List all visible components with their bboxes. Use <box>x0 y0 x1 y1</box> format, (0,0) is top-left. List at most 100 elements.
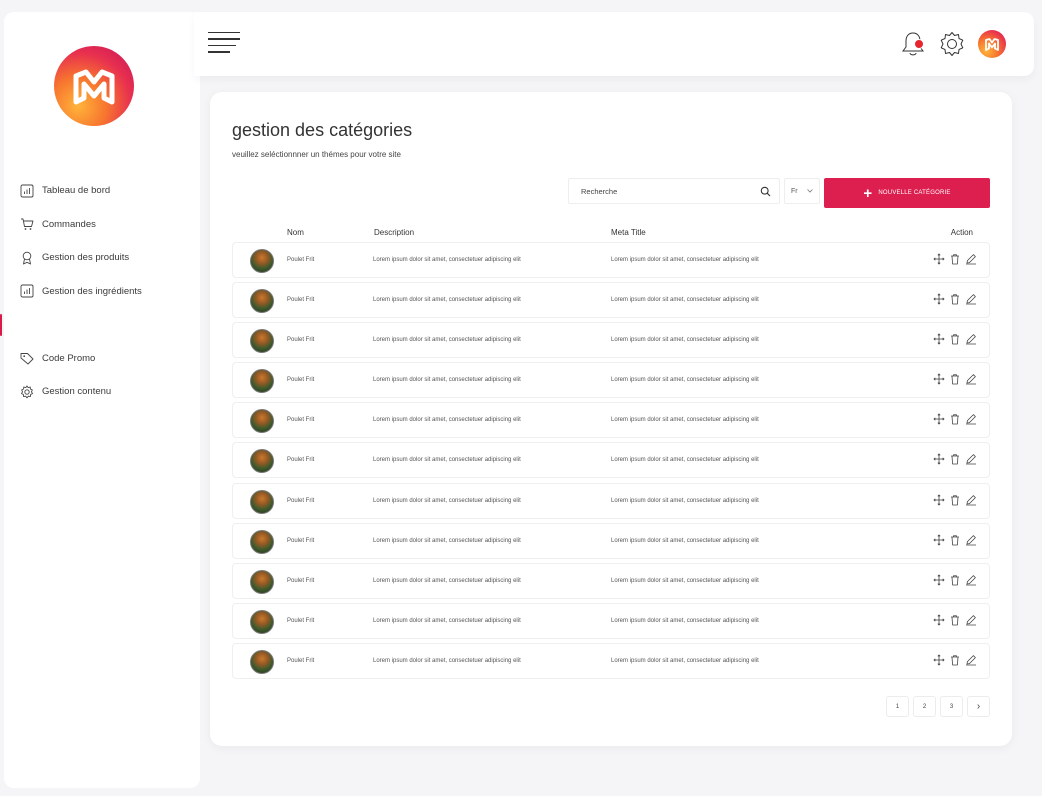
move-icon[interactable] <box>933 614 945 626</box>
sidebar-item-gestion-des-categories[interactable]: Gestion des catégories <box>0 308 200 342</box>
search-input[interactable] <box>581 186 760 196</box>
sidebar-item-label: Code Promo <box>42 352 96 364</box>
move-icon[interactable] <box>933 453 945 466</box>
move-icon[interactable] <box>933 534 945 546</box>
trash-icon[interactable] <box>949 453 961 465</box>
move-icon[interactable] <box>933 333 945 345</box>
edit-icon[interactable] <box>965 373 977 385</box>
trash-icon[interactable] <box>949 333 961 345</box>
page-button-3[interactable]: 3 <box>940 696 963 717</box>
menu-toggle-icon[interactable] <box>208 32 240 56</box>
settings-gear-icon[interactable] <box>938 30 966 58</box>
next-page-chevron-icon[interactable]: › <box>967 696 990 717</box>
row-actions <box>933 373 977 385</box>
sidebar-item-code-promo[interactable]: Code Promo <box>4 342 200 376</box>
cell-description: Lorem ipsum dolor sit amet, consectetuer… <box>373 297 521 304</box>
sidebar-item-gestion-contenu[interactable]: Gestion contenu <box>4 375 200 409</box>
table-row[interactable]: Poulet Frit Lorem ipsum dolor sit amet, c… <box>232 402 990 439</box>
row-actions <box>933 654 977 666</box>
user-avatar[interactable] <box>978 30 1006 58</box>
edit-icon[interactable] <box>965 494 977 506</box>
table-row[interactable]: Poulet Frit Lorem ipsum dolor sit amet, c… <box>232 642 990 679</box>
sidebar-item-label: Gestion des catégories <box>42 319 140 331</box>
row-actions <box>933 413 977 425</box>
pagination: 1 2 3 › <box>886 696 990 717</box>
sidebar-item-label: Gestion contenu <box>42 386 112 398</box>
move-icon[interactable] <box>933 574 945 586</box>
cell-meta-title: Lorem ipsum dolor sit amet, consectetuer… <box>611 257 759 263</box>
trash-icon[interactable] <box>949 494 961 506</box>
table-row[interactable]: Poulet Frit Lorem ipsum dolor sit amet, c… <box>232 282 990 319</box>
cell-nom: Poulet Frit <box>287 617 315 624</box>
edit-icon[interactable] <box>965 293 977 305</box>
sidebar-item-label: Tableau de bord <box>42 185 111 197</box>
category-thumbnail <box>250 329 274 354</box>
category-thumbnail <box>250 369 274 394</box>
trash-icon[interactable] <box>949 253 961 265</box>
table-row[interactable]: Poulet Frit Lorem ipsum dolor sit amet, c… <box>232 242 990 278</box>
trash-icon[interactable] <box>949 373 961 385</box>
move-icon[interactable] <box>933 493 945 506</box>
notification-dot <box>914 39 924 49</box>
cell-meta-title: Lorem ipsum dolor sit amet, consectetuer… <box>611 337 759 344</box>
sidebar-item-label: Gestion des produits <box>42 252 130 264</box>
chart-icon <box>20 184 34 198</box>
column-header-nom: Nom <box>287 228 304 237</box>
trash-icon[interactable] <box>949 413 961 425</box>
table-row[interactable]: Poulet Frit Lorem ipsum dolor sit amet, c… <box>232 562 990 599</box>
cell-nom: Poulet Frit <box>287 537 315 544</box>
table-row[interactable]: Poulet Frit Lorem ipsum dolor sit amet, c… <box>232 482 990 519</box>
table-row[interactable]: Poulet Frit Lorem ipsum dolor sit amet, c… <box>232 602 990 639</box>
trash-icon[interactable] <box>949 293 961 305</box>
notification-bell-icon[interactable] <box>900 30 926 58</box>
edit-icon[interactable] <box>965 574 977 586</box>
trash-icon[interactable] <box>949 574 961 586</box>
column-header-meta-title: Meta Title <box>611 228 646 237</box>
trash-icon[interactable] <box>949 614 961 626</box>
move-icon[interactable] <box>933 253 945 265</box>
cell-meta-title: Lorem ipsum dolor sit amet, consectetuer… <box>611 457 759 464</box>
brand-logo[interactable] <box>54 46 134 126</box>
page-button-2[interactable]: 2 <box>913 696 936 717</box>
edit-icon[interactable] <box>965 333 977 345</box>
page-button-1[interactable]: 1 <box>886 696 909 717</box>
edit-icon[interactable] <box>965 413 977 425</box>
search-icon[interactable] <box>760 186 771 197</box>
sidebar-item-gestion-des-produits[interactable]: Gestion des produits <box>4 241 200 275</box>
cell-nom: Poulet Frit <box>287 337 315 344</box>
table-row[interactable]: Poulet Frit Lorem ipsum dolor sit amet, c… <box>232 322 990 359</box>
cell-nom: Poulet Frit <box>287 577 315 584</box>
move-icon[interactable] <box>933 654 945 666</box>
table-row[interactable]: Poulet Frit Lorem ipsum dolor sit amet, c… <box>232 522 990 559</box>
trash-icon[interactable] <box>949 534 961 546</box>
sidebar-item-tableau-de-bord[interactable]: Tableau de bord <box>4 174 200 208</box>
edit-icon[interactable] <box>965 534 977 546</box>
sidebar-item-gestion-des-ingredients[interactable]: Gestion des ingrédients <box>4 275 200 309</box>
cell-meta-title: Lorem ipsum dolor sit amet, consectetuer… <box>611 657 759 664</box>
sidebar-item-label: Gestion des ingrédients <box>42 285 142 297</box>
move-icon[interactable] <box>933 373 945 385</box>
edit-icon[interactable] <box>965 654 977 666</box>
category-thumbnail <box>250 529 274 554</box>
cell-description: Lorem ipsum dolor sit amet, consectetuer… <box>373 617 521 624</box>
move-icon[interactable] <box>933 413 945 425</box>
top-bar <box>194 12 1034 76</box>
table-row[interactable]: Poulet Frit Lorem ipsum dolor sit amet, c… <box>232 442 990 479</box>
table-row[interactable]: Poulet Frit Lorem ipsum dolor sit amet, c… <box>232 362 990 399</box>
language-value: Fr <box>791 187 798 195</box>
trash-icon[interactable] <box>949 654 961 666</box>
cell-nom: Poulet Frit <box>287 377 315 384</box>
award-icon <box>20 251 34 265</box>
edit-icon[interactable] <box>965 614 977 626</box>
category-thumbnail <box>250 649 274 674</box>
new-category-button[interactable]: + NOUVELLE CATÉGORIE <box>824 178 990 208</box>
edit-icon[interactable] <box>965 253 977 265</box>
language-select[interactable]: Fr <box>784 178 820 204</box>
page-subtitle: veuillez seléctionnner un thémes pour vo… <box>232 150 401 159</box>
category-thumbnail <box>250 449 274 474</box>
plus-icon: + <box>863 184 873 202</box>
move-icon[interactable] <box>933 293 945 305</box>
edit-icon[interactable] <box>965 453 977 465</box>
sidebar-item-commandes[interactable]: Commandes <box>4 208 200 242</box>
category-thumbnail <box>250 609 274 634</box>
